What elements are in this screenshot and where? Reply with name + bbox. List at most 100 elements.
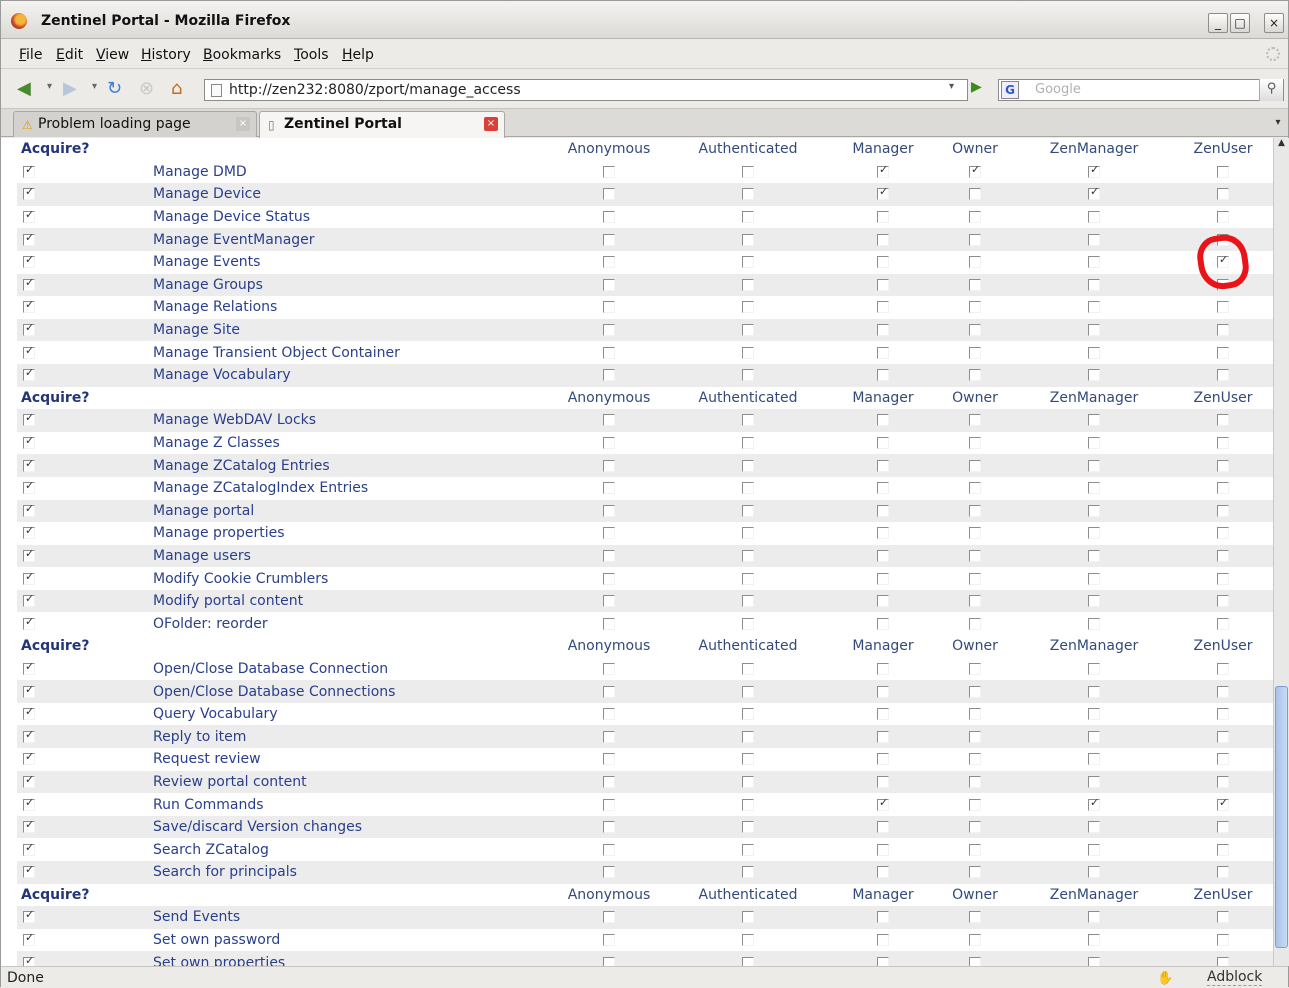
checkbox-manager[interactable] <box>877 504 889 517</box>
acquire-checkbox[interactable] <box>23 185 35 201</box>
checkbox-zenmanager[interactable] <box>1088 775 1100 788</box>
checkbox-authenticated[interactable] <box>742 211 754 224</box>
checkbox-authenticated[interactable] <box>742 256 754 269</box>
checkbox-zenmanager[interactable] <box>1088 708 1100 721</box>
acquire-checkbox[interactable] <box>23 660 35 675</box>
checkbox-zenmanager[interactable] <box>1088 301 1100 314</box>
acquire-checkbox[interactable] <box>23 615 35 630</box>
checkbox-anonymous[interactable] <box>603 753 615 766</box>
checkbox-owner[interactable] <box>969 346 981 359</box>
checkbox-zenuser[interactable] <box>1217 324 1229 337</box>
search-input[interactable]: Google <box>1035 82 1081 97</box>
checkbox-authenticated[interactable] <box>742 708 754 721</box>
checkbox-anonymous[interactable] <box>603 369 615 382</box>
checkbox-zenmanager[interactable] <box>1088 233 1100 246</box>
checkbox-zenuser[interactable] <box>1217 301 1229 314</box>
checkbox-anonymous[interactable] <box>603 459 615 472</box>
close-button[interactable]: × <box>1264 13 1284 33</box>
checkbox-anonymous[interactable] <box>603 662 615 675</box>
checkbox-zenmanager[interactable] <box>1088 459 1100 472</box>
checkbox-zenmanager[interactable] <box>1088 437 1100 450</box>
acquire-checkbox[interactable] <box>23 366 35 382</box>
acquire-checkbox[interactable] <box>23 321 35 337</box>
checkbox-owner[interactable] <box>969 821 981 834</box>
checkbox-owner[interactable] <box>969 685 981 698</box>
checkbox-zenuser[interactable] <box>1217 821 1229 834</box>
acquire-checkbox[interactable] <box>23 818 35 834</box>
checkbox-owner[interactable] <box>969 504 981 517</box>
checkbox-zenmanager[interactable] <box>1088 369 1100 382</box>
checkbox-authenticated[interactable] <box>742 437 754 450</box>
magnifier-icon[interactable]: ⚲ <box>1259 79 1283 101</box>
checkbox-owner[interactable] <box>969 911 981 924</box>
checkbox-zenuser[interactable] <box>1217 685 1229 698</box>
checkbox-owner[interactable] <box>969 369 981 382</box>
checkbox-owner[interactable] <box>969 775 981 788</box>
checkbox-owner[interactable] <box>969 730 981 743</box>
tab-zentinel-portal[interactable]: ▯ Zentinel Portal × <box>259 111 505 138</box>
checkbox-manager[interactable] <box>877 956 889 966</box>
maximize-button[interactable]: □ <box>1230 13 1250 33</box>
checkbox-owner[interactable] <box>969 324 981 337</box>
checkbox-anonymous[interactable] <box>603 256 615 269</box>
reload-icon[interactable]: ↻ <box>107 79 122 99</box>
checkbox-authenticated[interactable] <box>742 934 754 947</box>
checkbox-anonymous[interactable] <box>603 617 615 630</box>
checkbox-authenticated[interactable] <box>742 595 754 608</box>
checkbox-anonymous[interactable] <box>603 821 615 834</box>
scrollbar-thumb[interactable] <box>1275 686 1288 948</box>
checkbox-manager[interactable] <box>877 934 889 947</box>
checkbox-manager[interactable] <box>877 730 889 743</box>
checkbox-zenmanager[interactable] <box>1088 504 1100 517</box>
checkbox-zenmanager[interactable] <box>1088 482 1100 495</box>
checkbox-zenuser[interactable] <box>1217 165 1229 178</box>
checkbox-anonymous[interactable] <box>603 911 615 924</box>
checkbox-anonymous[interactable] <box>603 324 615 337</box>
checkbox-zenuser[interactable] <box>1217 730 1229 743</box>
home-icon[interactable]: ⌂ <box>171 79 182 99</box>
checkbox-authenticated[interactable] <box>742 504 754 517</box>
checkbox-zenuser[interactable] <box>1217 572 1229 585</box>
checkbox-manager[interactable] <box>877 775 889 788</box>
checkbox-zenuser[interactable] <box>1217 459 1229 472</box>
checkbox-zenmanager[interactable] <box>1088 685 1100 698</box>
stop-icon[interactable]: ⊗ <box>139 79 154 99</box>
checkbox-zenmanager[interactable] <box>1088 256 1100 269</box>
checkbox-authenticated[interactable] <box>742 617 754 630</box>
checkbox-authenticated[interactable] <box>742 324 754 337</box>
checkbox-authenticated[interactable] <box>742 843 754 856</box>
tab-close-icon[interactable]: × <box>236 117 250 131</box>
tab-close-icon[interactable]: × <box>484 117 498 131</box>
checkbox-owner[interactable] <box>969 188 981 201</box>
checkbox-zenuser[interactable] <box>1217 617 1229 630</box>
forward-dropdown-icon[interactable]: ▾ <box>92 81 97 92</box>
checkbox-anonymous[interactable] <box>603 301 615 314</box>
checkbox-authenticated[interactable] <box>742 188 754 201</box>
checkbox-zenmanager[interactable] <box>1088 956 1100 966</box>
checkbox-owner[interactable] <box>969 163 981 178</box>
menu-history[interactable]: History <box>141 47 191 63</box>
acquire-checkbox[interactable] <box>23 479 35 495</box>
acquire-checkbox[interactable] <box>23 411 35 427</box>
checkbox-zenmanager[interactable] <box>1088 414 1100 427</box>
checkbox-anonymous[interactable] <box>603 934 615 947</box>
checkbox-owner[interactable] <box>969 414 981 427</box>
checkbox-manager[interactable] <box>877 527 889 540</box>
search-engine-icon[interactable]: G <box>1001 81 1019 99</box>
acquire-checkbox[interactable] <box>23 750 35 766</box>
checkbox-anonymous[interactable] <box>603 549 615 562</box>
acquire-checkbox[interactable] <box>23 728 35 743</box>
checkbox-anonymous[interactable] <box>603 798 615 811</box>
acquire-checkbox[interactable] <box>23 863 35 879</box>
checkbox-authenticated[interactable] <box>742 685 754 698</box>
checkbox-owner[interactable] <box>969 482 981 495</box>
checkbox-owner[interactable] <box>969 595 981 608</box>
minimize-button[interactable]: _ <box>1208 13 1228 33</box>
checkbox-authenticated[interactable] <box>742 730 754 743</box>
checkbox-owner[interactable] <box>969 459 981 472</box>
checkbox-anonymous[interactable] <box>603 956 615 966</box>
checkbox-manager[interactable] <box>877 185 889 201</box>
checkbox-zenuser[interactable] <box>1217 662 1229 675</box>
checkbox-zenmanager[interactable] <box>1088 163 1100 178</box>
acquire-checkbox[interactable] <box>23 570 35 585</box>
